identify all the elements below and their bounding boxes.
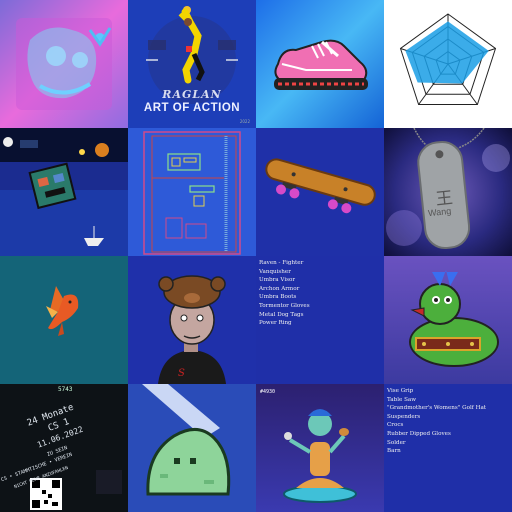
loot-item: Tormentor Gloves [259, 302, 310, 309]
nft-gallery-grid: RAGLAN ART OF ACTION 2022 王 Wang S Raven… [0, 0, 512, 512]
loot-item: Vanquisher [259, 268, 291, 275]
loot-item: Umbra Boots [259, 294, 297, 301]
flyer-text-block: 24 Monate CS 1 11.06.2022 CS • STAMMTISC… [0, 384, 128, 512]
night-sea-image [0, 128, 128, 256]
tile-loot-bag-2[interactable]: Vise Grip Table Saw "Grandmother's Women… [384, 384, 512, 512]
meditating-zombie-image [256, 384, 384, 512]
punk-duck-image [384, 256, 512, 384]
tile-qr-flyer[interactable]: 24 Monate CS 1 11.06.2022 CS • STAMMTISC… [0, 384, 128, 512]
token-number: #4930 [260, 389, 276, 395]
pink-cat-art-image [0, 0, 128, 128]
loot-item: Suspenders [387, 413, 421, 420]
loot-item: Umbra Visor [259, 277, 296, 284]
loot-item-list: Vise Grip Table Saw "Grandmother's Women… [387, 387, 486, 456]
loot-item: Raven - Fighter [259, 260, 304, 266]
radar-chart-image [384, 0, 512, 128]
loot-item: Rubber Dipped Gloves [387, 430, 451, 437]
tile-night-sea[interactable] [0, 128, 128, 256]
tile-pink-cat-art[interactable] [0, 0, 128, 128]
loot-item-list: Raven - Fighter Vanquisher Umbra Visor A… [259, 259, 310, 328]
loot-item: Crocs [387, 422, 404, 429]
art-of-action-title: ART OF ACTION [143, 102, 241, 114]
tile-fire-dragon[interactable] [0, 256, 128, 384]
tile-radar-chart[interactable] [384, 0, 512, 128]
loot-item: Vise Grip [387, 388, 414, 394]
tile-zombie-monk[interactable]: #4930 [256, 384, 384, 512]
pink-sneaker-image [256, 0, 384, 128]
loot-item: Archon Armor [259, 285, 300, 292]
floor-plan-image [128, 128, 256, 256]
bear-hat-character-image: S [128, 256, 256, 384]
tile-pink-sneaker[interactable] [256, 0, 384, 128]
pixel-slime-image [128, 384, 256, 512]
raglan-logo-text: RAGLAN [162, 88, 222, 101]
tile-floor-plan[interactable] [128, 128, 256, 256]
tile-dog-tag[interactable]: 王 Wang [384, 128, 512, 256]
loot-item: Barn [387, 448, 401, 455]
loot-item: Power Ring [259, 320, 292, 327]
tile-skateboard[interactable] [256, 128, 384, 256]
skateboard-image [256, 128, 384, 256]
tile-duck-character[interactable] [384, 256, 512, 384]
tile-art-of-action[interactable]: RAGLAN ART OF ACTION 2022 [128, 0, 256, 128]
svg-text:S: S [178, 368, 185, 379]
loot-item: Table Saw [387, 396, 417, 403]
flyer-number: 5743 [58, 386, 73, 393]
year-label: 2022 [239, 119, 250, 124]
fire-dragon-image [0, 256, 128, 384]
tile-loot-bag-1[interactable]: Raven - Fighter Vanquisher Umbra Visor A… [256, 256, 384, 384]
loot-item: Solder [387, 439, 406, 446]
loot-item: Metal Dog Tags [259, 311, 304, 318]
tile-pixel-slime[interactable] [128, 384, 256, 512]
tile-bear-hat-ape[interactable]: S [128, 256, 256, 384]
loot-item: "Grandmother's Womens" Golf Hat [387, 405, 487, 412]
